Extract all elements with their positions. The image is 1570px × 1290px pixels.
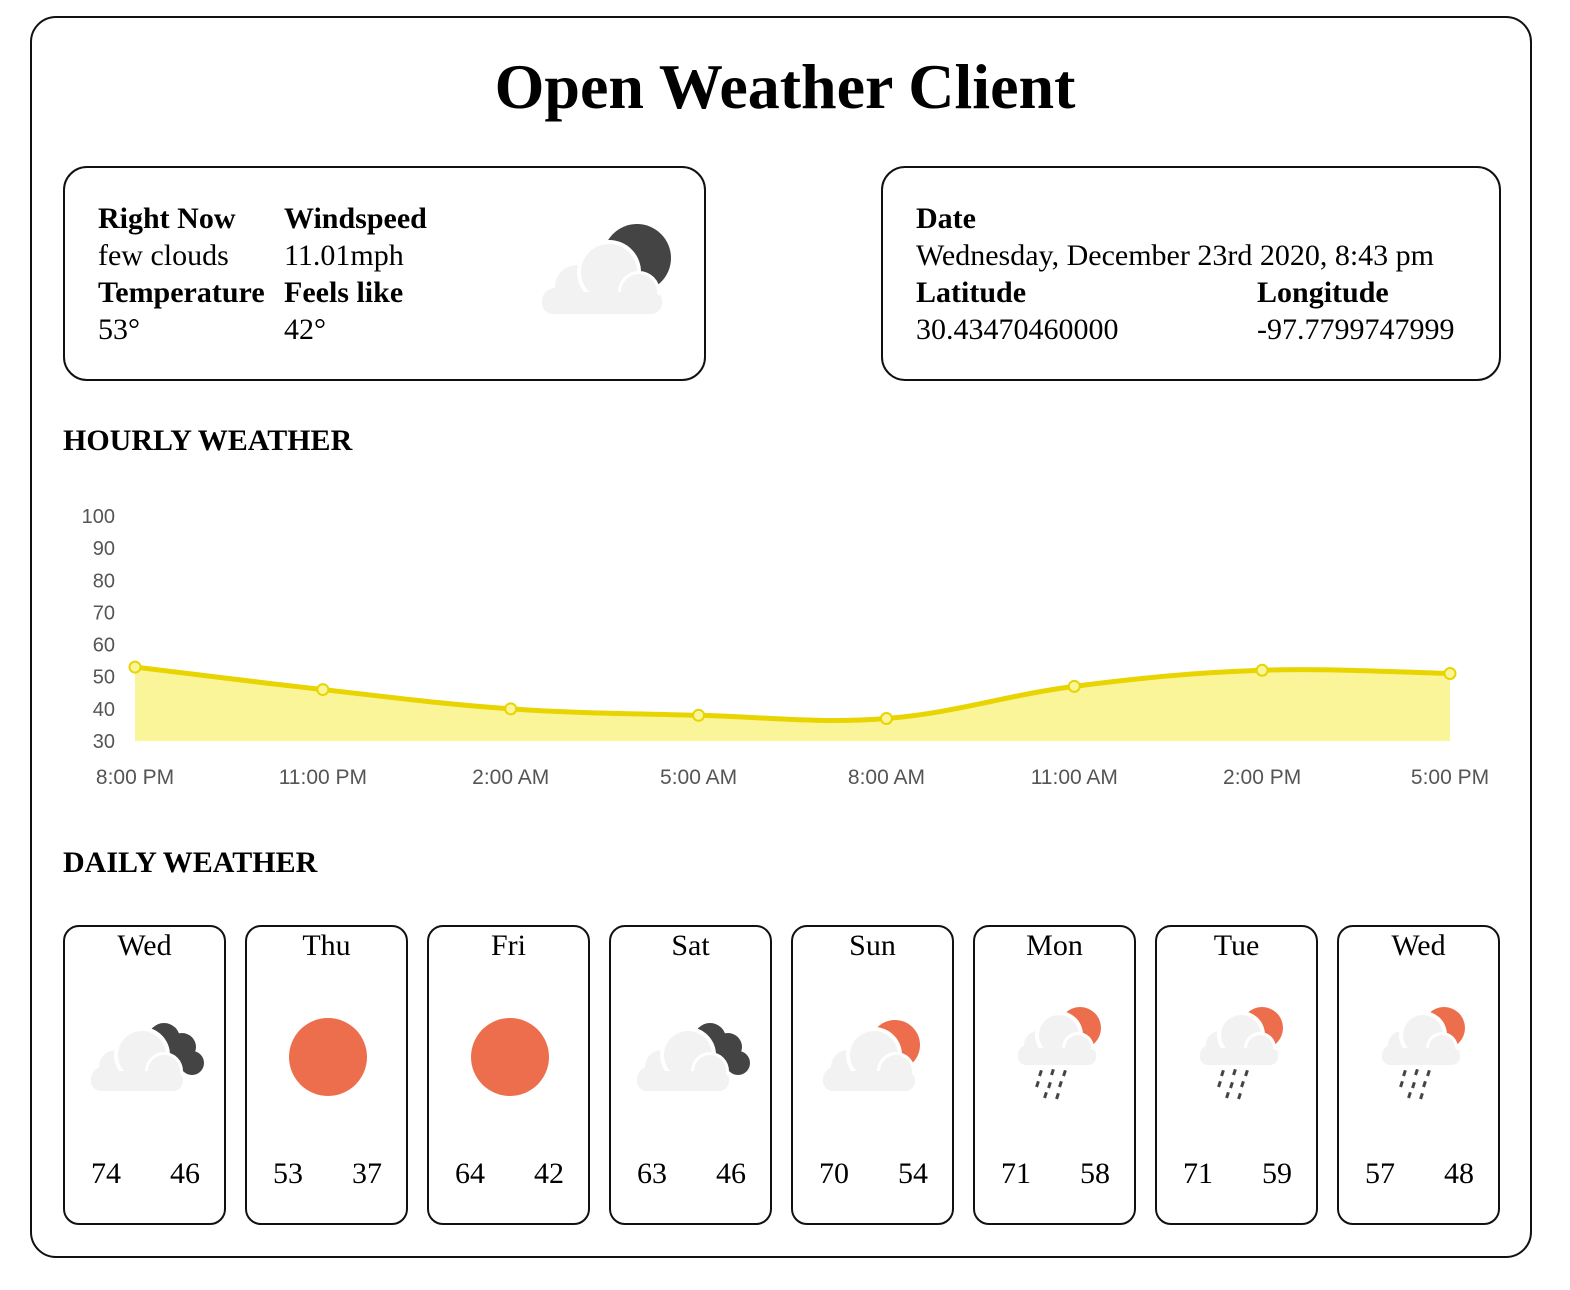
x-tick-label: 2:00 PM <box>1223 766 1301 789</box>
day-high-temp: 57 <box>1365 1157 1395 1190</box>
cloud-dark-cloud-icon <box>632 997 752 1117</box>
hourly-point[interactable] <box>128 660 142 674</box>
location-card: Date Wednesday, December 23rd 2020, 8:43… <box>881 166 1501 381</box>
y-tick-label: 40 <box>93 699 115 721</box>
right-now-label: Right Now <box>98 202 236 235</box>
day-high-temp: 71 <box>1001 1157 1031 1190</box>
sun-icon <box>268 997 388 1117</box>
x-tick-label: 8:00 PM <box>96 766 174 789</box>
rain-partly-cloudy-icon <box>1178 997 1298 1117</box>
hourly-point[interactable] <box>1067 679 1081 693</box>
daily-card-mon[interactable]: Mon 71 58 <box>973 925 1136 1225</box>
day-name: Sun <box>849 929 896 962</box>
x-tick-label: 11:00 PM <box>279 766 367 789</box>
day-name: Mon <box>1026 929 1083 962</box>
y-tick-label: 100 <box>82 506 115 528</box>
x-tick-label: 5:00 AM <box>660 766 737 789</box>
y-tick-label: 90 <box>93 538 115 560</box>
day-high-temp: 63 <box>637 1157 667 1190</box>
daily-card-fri[interactable]: Fri 64 42 <box>427 925 590 1225</box>
hourly-point[interactable] <box>316 683 330 697</box>
x-tick-label: 5:00 PM <box>1411 766 1489 789</box>
day-low-temp: 58 <box>1080 1157 1110 1190</box>
y-tick-label: 30 <box>93 731 115 753</box>
daily-weather-title: DAILY WEATHER <box>63 846 318 879</box>
hourly-area-fill <box>135 667 1450 741</box>
rain-partly-cloudy-icon <box>996 997 1116 1117</box>
y-tick-label: 60 <box>93 635 115 657</box>
day-high-temp: 64 <box>455 1157 485 1190</box>
daily-card-wed[interactable]: Wed 57 48 <box>1337 925 1500 1225</box>
day-high-temp: 53 <box>273 1157 303 1190</box>
daily-card-tue[interactable]: Tue 71 59 <box>1155 925 1318 1225</box>
daily-card-wed[interactable]: Wed 74 46 <box>63 925 226 1225</box>
day-name: Fri <box>490 929 526 962</box>
longitude-value: -97.7799747999 <box>1257 313 1455 346</box>
daily-card-sat[interactable]: Sat 63 46 <box>609 925 772 1225</box>
hourly-point[interactable] <box>504 702 518 716</box>
page-title: Open Weather Client <box>494 51 1076 122</box>
y-tick-label: 80 <box>93 570 115 592</box>
x-tick-label: 11:00 AM <box>1031 766 1118 789</box>
day-low-temp: 37 <box>352 1157 382 1190</box>
current-weather-card: Right Now few clouds Temperature 53° Win… <box>63 166 706 381</box>
day-low-temp: 46 <box>716 1157 746 1190</box>
temperature-label: Temperature <box>98 276 265 309</box>
cloud-dark-cloud-icon <box>86 997 206 1117</box>
daily-card-sun[interactable]: Sun 70 54 <box>791 925 954 1225</box>
temperature-value: 53° <box>98 313 140 346</box>
few-clouds-night-icon <box>542 224 671 314</box>
day-name: Tue <box>1213 929 1260 962</box>
latitude-value: 30.43470460000 <box>916 313 1119 346</box>
date-value: Wednesday, December 23rd 2020, 8:43 pm <box>916 239 1434 272</box>
feels-like-value: 42° <box>284 313 326 346</box>
x-tick-label: 2:00 AM <box>472 766 549 789</box>
feels-like-label: Feels like <box>284 276 404 309</box>
right-now-value: few clouds <box>98 239 229 272</box>
hourly-point[interactable] <box>1443 667 1457 680</box>
day-name: Wed <box>117 929 172 962</box>
date-label: Date <box>916 202 976 235</box>
hourly-point[interactable] <box>1255 663 1269 677</box>
longitude-label: Longitude <box>1257 276 1389 309</box>
day-low-temp: 59 <box>1262 1157 1292 1190</box>
day-high-temp: 74 <box>91 1157 121 1190</box>
day-low-temp: 42 <box>534 1157 564 1190</box>
day-name: Sat <box>671 929 710 962</box>
day-name: Thu <box>302 929 351 962</box>
windspeed-value: 11.01mph <box>284 239 404 272</box>
sun-icon <box>450 997 570 1117</box>
partly-cloudy-icon <box>814 997 934 1117</box>
hourly-chart-svg: 30 40 50 60 70 80 90 100 8:00 PM 11:00 PM 2:00 AM 5… <box>82 506 1489 789</box>
rain-partly-cloudy-icon <box>1360 997 1480 1117</box>
hourly-point[interactable] <box>879 712 893 725</box>
windspeed-label: Windspeed <box>284 202 427 235</box>
day-high-temp: 71 <box>1183 1157 1213 1190</box>
day-name: Wed <box>1391 929 1446 962</box>
hourly-chart: 30 40 50 60 70 80 90 100 8:00 PM 11:00 PM 2:00 AM 5… <box>60 495 1520 795</box>
day-high-temp: 70 <box>819 1157 849 1190</box>
daily-card-thu[interactable]: Thu 53 37 <box>245 925 408 1225</box>
hourly-point[interactable] <box>692 708 706 722</box>
y-tick-label: 50 <box>93 667 115 689</box>
y-tick-label: 70 <box>93 602 115 624</box>
day-low-temp: 46 <box>170 1157 200 1190</box>
day-low-temp: 54 <box>898 1157 928 1190</box>
latitude-label: Latitude <box>916 276 1027 309</box>
hourly-weather-title: HOURLY WEATHER <box>63 424 353 457</box>
day-low-temp: 48 <box>1444 1157 1474 1190</box>
x-tick-label: 8:00 AM <box>848 766 925 789</box>
